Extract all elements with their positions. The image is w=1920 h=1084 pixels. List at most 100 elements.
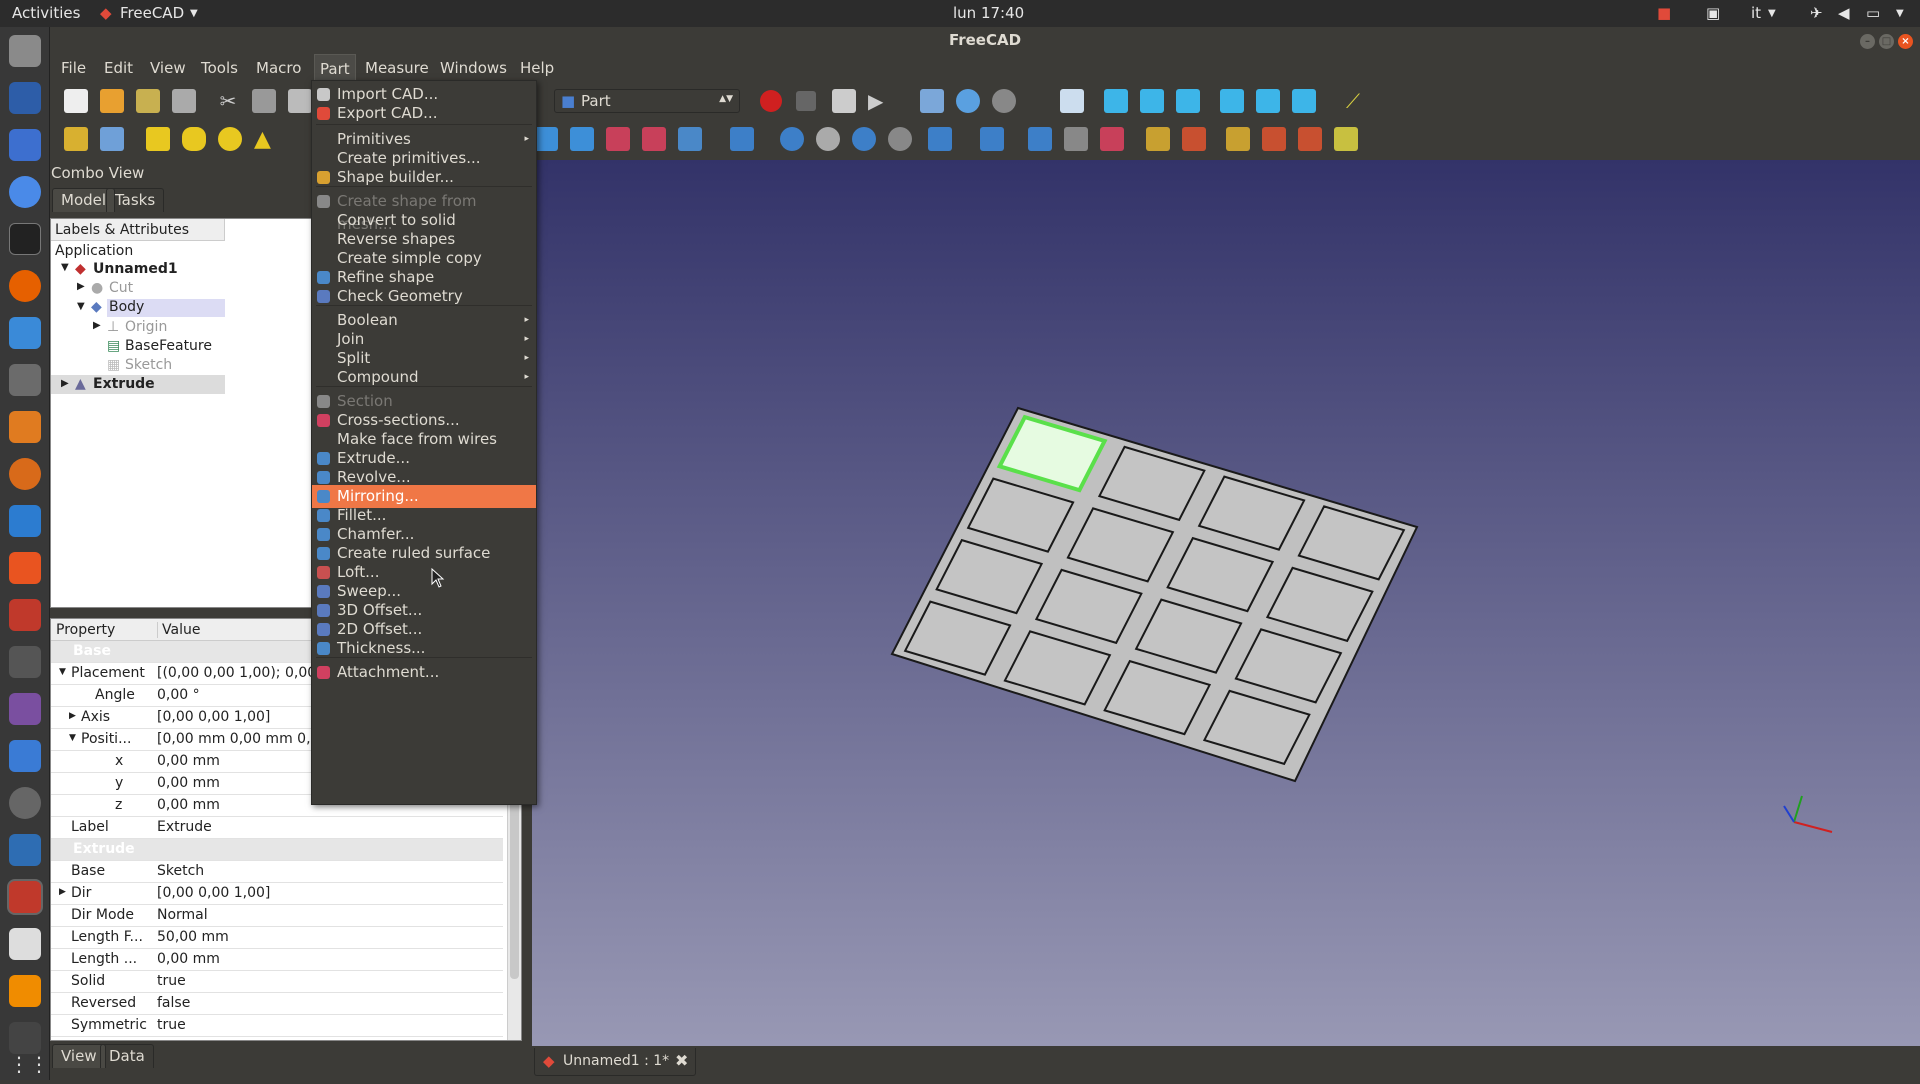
- menu-item-shape-builder[interactable]: Shape builder...: [312, 166, 536, 189]
- terminal-icon[interactable]: [9, 223, 41, 255]
- sweep-tool-icon[interactable]: [1226, 127, 1250, 151]
- property-row[interactable]: Dir Mode Normal: [51, 905, 503, 927]
- video-editor-icon[interactable]: [9, 1022, 41, 1054]
- mirror-tool-icon[interactable]: [678, 127, 702, 151]
- menu-part[interactable]: Part: [314, 54, 356, 82]
- camera-icon[interactable]: [9, 646, 41, 678]
- activities-button[interactable]: Activities: [12, 4, 80, 22]
- text-editor-icon[interactable]: [9, 928, 41, 960]
- property-value[interactable]: [0,00 0,00 1,00]: [157, 885, 270, 901]
- loft-tool-icon[interactable]: [1182, 127, 1206, 151]
- menu-item-compound[interactable]: Compound ▸: [312, 366, 536, 389]
- fit-all-icon[interactable]: [920, 89, 944, 113]
- thickness-tool-icon[interactable]: [1298, 127, 1322, 151]
- property-value[interactable]: 0,00 mm: [157, 753, 220, 769]
- document-tab[interactable]: ◆ Unnamed1 : 1* ✖: [534, 1048, 696, 1076]
- property-value[interactable]: false: [157, 995, 190, 1011]
- cube-icon[interactable]: [146, 127, 170, 151]
- sphere-icon[interactable]: [218, 127, 242, 151]
- property-value[interactable]: Extrude: [157, 819, 212, 835]
- tree-item-extrude[interactable]: Extrude: [93, 376, 155, 392]
- chevron-down-icon[interactable]: ▼: [1896, 8, 1904, 19]
- menu-macro[interactable]: Macro: [256, 59, 301, 77]
- expand-icon[interactable]: ▼: [59, 667, 66, 677]
- cut-icon[interactable]: ✂: [216, 89, 240, 113]
- bottom-view-icon[interactable]: [1256, 89, 1280, 113]
- close-tab-icon[interactable]: ✖: [675, 1051, 688, 1070]
- menu-item-check-geometry[interactable]: Check Geometry: [312, 285, 536, 308]
- menu-measure[interactable]: Measure: [365, 59, 429, 77]
- tree-item-unnamed1[interactable]: Unnamed1: [93, 261, 178, 277]
- thunderbird-icon[interactable]: [9, 82, 41, 114]
- property-value[interactable]: Normal: [157, 907, 208, 923]
- freecad-dock-icon[interactable]: [9, 881, 41, 913]
- airplane-icon[interactable]: ✈: [1810, 4, 1823, 22]
- property-value[interactable]: true: [157, 1017, 186, 1033]
- screenshot-icon[interactable]: [9, 693, 41, 725]
- property-row[interactable]: Length F... 50,00 mm: [51, 927, 503, 949]
- property-row[interactable]: Extrude: [51, 839, 503, 861]
- 3d-viewport[interactable]: [532, 160, 1920, 1046]
- common-icon[interactable]: [888, 127, 912, 151]
- impress-icon[interactable]: [9, 505, 41, 537]
- blender-icon[interactable]: [9, 458, 41, 490]
- maximize-icon[interactable]: □: [1879, 34, 1894, 49]
- expand-icon[interactable]: ▶: [77, 281, 85, 292]
- firefox-icon[interactable]: [9, 270, 41, 302]
- expand-icon[interactable]: ▼: [69, 733, 76, 743]
- part-body-icon[interactable]: [64, 127, 88, 151]
- property-value[interactable]: 0,00 mm: [157, 775, 220, 791]
- new-document-icon[interactable]: [64, 89, 88, 113]
- tree-item-cut[interactable]: Cut: [109, 280, 133, 296]
- property-row[interactable]: Symmetric true: [51, 1015, 503, 1037]
- inkscape-icon[interactable]: [9, 411, 41, 443]
- clipboard-icon[interactable]: ▣: [1706, 4, 1720, 22]
- property-row[interactable]: Length ... 0,00 mm: [51, 949, 503, 971]
- chromium-icon[interactable]: [9, 176, 41, 208]
- tab-tasks[interactable]: Tasks: [106, 188, 165, 212]
- expand-icon[interactable]: ▼: [61, 262, 69, 273]
- expand-icon[interactable]: ▼: [77, 301, 85, 312]
- battery-icon[interactable]: ▭: [1866, 4, 1880, 22]
- tree-item-origin[interactable]: Origin: [125, 319, 167, 335]
- compound-icon[interactable]: [1028, 127, 1052, 151]
- menu-help[interactable]: Help: [520, 59, 554, 77]
- face-icon[interactable]: [570, 127, 594, 151]
- menu-item-export-cad[interactable]: Export CAD...: [312, 102, 536, 125]
- menu-edit[interactable]: Edit: [104, 59, 133, 77]
- cross-sections-tool-icon[interactable]: [1146, 127, 1170, 151]
- eye-icon[interactable]: [9, 787, 41, 819]
- app-menu-label[interactable]: FreeCAD: [120, 4, 184, 22]
- isometric-view-icon[interactable]: [1060, 89, 1084, 113]
- cone-icon[interactable]: ▲: [254, 127, 278, 152]
- copy-icon[interactable]: [252, 89, 276, 113]
- property-row[interactable]: Label Extrude: [51, 817, 503, 839]
- virtualbox-icon[interactable]: [9, 834, 41, 866]
- extrude-tool-icon[interactable]: [606, 127, 630, 151]
- property-value[interactable]: [0,00 0,00 1,00]: [157, 709, 270, 725]
- paste-icon[interactable]: [288, 89, 312, 113]
- front-view-icon[interactable]: [1104, 89, 1128, 113]
- gimp-icon[interactable]: [9, 364, 41, 396]
- left-view-icon[interactable]: [1292, 89, 1316, 113]
- menu-item-attachment[interactable]: Attachment...: [312, 661, 536, 684]
- software-center-icon[interactable]: [9, 552, 41, 584]
- part-folder-icon[interactable]: [100, 127, 124, 151]
- property-row[interactable]: Solid true: [51, 971, 503, 993]
- revolve-tool-icon[interactable]: [642, 127, 666, 151]
- property-row[interactable]: Base Sketch: [51, 861, 503, 883]
- cylinder-icon[interactable]: [182, 127, 206, 151]
- right-view-icon[interactable]: [1176, 89, 1200, 113]
- tree-item-sketch[interactable]: Sketch: [125, 357, 172, 373]
- run-macro-icon[interactable]: ▶: [868, 89, 892, 113]
- edit-macro-icon[interactable]: [832, 89, 856, 113]
- clock[interactable]: lun 17:40: [953, 4, 1024, 22]
- vlc-icon[interactable]: [9, 975, 41, 1007]
- property-value[interactable]: 0,00 °: [157, 687, 200, 703]
- close-icon[interactable]: ×: [1898, 34, 1913, 49]
- files-icon[interactable]: [9, 35, 41, 67]
- check-icon[interactable]: [1064, 127, 1088, 151]
- property-value[interactable]: 0,00 mm: [157, 951, 220, 967]
- network-icon[interactable]: [9, 740, 41, 772]
- expand-icon[interactable]: ▶: [61, 378, 69, 389]
